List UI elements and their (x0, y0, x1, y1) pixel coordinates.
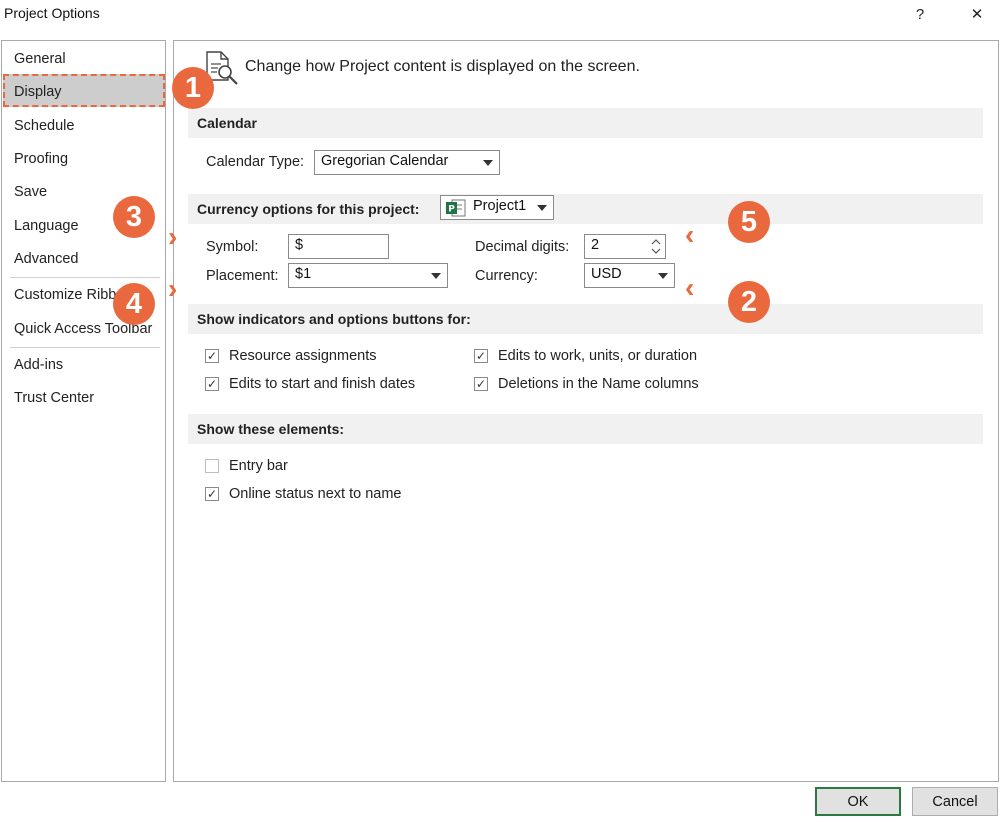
annotation-arrow-icon: › (168, 221, 178, 252)
sidebar-item-save[interactable]: Save (14, 184, 47, 200)
section-elements-title: Show these elements: (197, 421, 345, 437)
decimal-digits-stepper[interactable]: 2 (584, 234, 666, 259)
sidebar-item-language[interactable]: Language (14, 218, 79, 234)
section-indicators-title: Show indicators and options buttons for: (197, 311, 471, 327)
calendar-type-dropdown[interactable]: Gregorian Calendar (314, 150, 500, 175)
sidebar-divider (10, 347, 160, 348)
sidebar-item-schedule[interactable]: Schedule (14, 118, 74, 134)
annotation-badge-5: 5 (728, 201, 770, 243)
sidebar-item-general[interactable]: General (14, 51, 66, 67)
section-calendar: Calendar (188, 108, 983, 138)
ok-button[interactable]: OK (815, 787, 901, 816)
entry-bar-checkbox[interactable] (205, 459, 219, 473)
options-panel (173, 40, 999, 782)
sidebar-item-add-ins[interactable]: Add-ins (14, 357, 63, 373)
annotation-arrow-icon: ‹ (685, 272, 695, 303)
currency-value: USD (591, 266, 622, 282)
svg-text:P: P (448, 205, 455, 215)
deletions-name-checkbox[interactable]: ✓ (474, 377, 488, 391)
symbol-label: Symbol: (206, 239, 259, 255)
cancel-button[interactable]: Cancel (912, 787, 998, 816)
placement-dropdown[interactable]: $1 (288, 263, 448, 288)
chevron-down-icon (483, 160, 493, 166)
online-status-label: Online status next to name (229, 486, 402, 502)
project-file-icon: P (446, 199, 466, 217)
edits-work-units-checkbox[interactable]: ✓ (474, 349, 488, 363)
chevron-down-icon (431, 273, 441, 279)
section-calendar-title: Calendar (197, 115, 257, 131)
annotation-arrow-icon: › (168, 273, 178, 304)
placement-label: Placement: (206, 268, 279, 284)
sidebar-item-proofing[interactable]: Proofing (14, 151, 68, 167)
currency-project-value: Project1 (473, 198, 527, 214)
annotation-badge-2: 2 (728, 281, 770, 323)
annotation-badge-3: 3 (113, 196, 155, 238)
resource-assignments-checkbox[interactable]: ✓ (205, 349, 219, 363)
annotation-badge-4: 4 (113, 283, 155, 325)
spin-arrows-icon[interactable] (651, 237, 661, 256)
edits-work-units-label: Edits to work, units, or duration (498, 348, 698, 364)
sidebar-item-advanced[interactable]: Advanced (14, 251, 79, 267)
chevron-down-icon (537, 205, 547, 211)
section-indicators: Show indicators and options buttons for: (188, 304, 983, 334)
deletions-name-label: Deletions in the Name columns (498, 376, 699, 392)
section-elements: Show these elements: (188, 414, 983, 444)
decimal-digits-value: 2 (591, 237, 600, 253)
help-button[interactable]: ? (905, 2, 935, 26)
sidebar: General Display Schedule Proofing Save L… (1, 40, 166, 782)
page-header: Change how Project content is displayed … (245, 58, 640, 75)
placement-value: $1 (295, 266, 312, 282)
resource-assignments-label: Resource assignments (229, 348, 377, 364)
symbol-input[interactable]: $ (288, 234, 389, 259)
entry-bar-label: Entry bar (229, 458, 288, 474)
section-currency-title: Currency options for this project: (197, 201, 420, 217)
edits-start-finish-label: Edits to start and finish dates (229, 376, 416, 392)
annotation-badge-1: 1 (172, 67, 214, 109)
currency-dropdown[interactable]: USD (584, 263, 675, 288)
sidebar-divider (10, 277, 160, 278)
decimal-digits-label: Decimal digits: (475, 239, 570, 255)
close-button[interactable]: ✕ (962, 2, 992, 26)
sidebar-item-display[interactable]: Display (14, 84, 62, 100)
currency-label: Currency: (475, 268, 538, 284)
chevron-down-icon (658, 273, 668, 279)
calendar-type-value: Gregorian Calendar (321, 153, 449, 169)
edits-start-finish-checkbox[interactable]: ✓ (205, 377, 219, 391)
window-title: Project Options (4, 5, 100, 21)
annotation-arrow-icon: ‹ (685, 219, 695, 250)
calendar-type-label: Calendar Type: (206, 154, 305, 170)
online-status-checkbox[interactable]: ✓ (205, 487, 219, 501)
section-currency: Currency options for this project: (188, 194, 983, 224)
sidebar-item-trust-center[interactable]: Trust Center (14, 390, 94, 406)
